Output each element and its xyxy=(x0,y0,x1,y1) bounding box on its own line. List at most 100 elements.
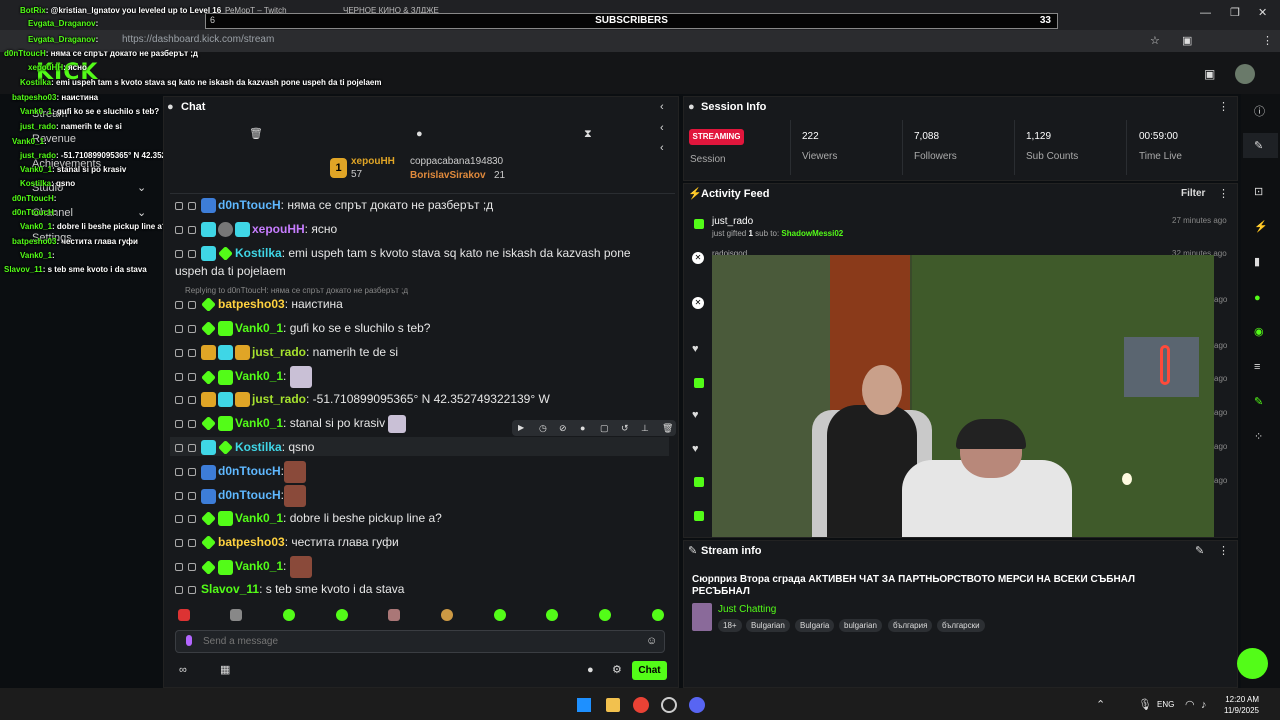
edit-icon[interactable]: ✎ xyxy=(1195,545,1204,557)
chat-username[interactable]: d0nTtoucH xyxy=(218,464,281,478)
gear-icon[interactable]: ⚙ xyxy=(612,664,622,676)
chat-username[interactable]: Vank0_1 xyxy=(235,416,283,430)
minimize-icon[interactable]: — xyxy=(1200,7,1211,19)
wrench-icon[interactable]: ✎ xyxy=(1254,396,1263,408)
copy-icon[interactable]: ▢ xyxy=(600,422,609,434)
timeout-icon[interactable] xyxy=(175,201,183,210)
tag[interactable]: Bulgarian xyxy=(746,619,790,632)
chat-message[interactable]: Vank0_1: xyxy=(175,366,670,388)
chat-username[interactable]: Kostilka xyxy=(235,440,282,454)
support-chat-button[interactable] xyxy=(1237,648,1268,679)
more-options-icon[interactable]: ⋮ xyxy=(1218,101,1229,113)
chat-username[interactable]: batpesho03 xyxy=(218,535,285,549)
category-thumbnail[interactable] xyxy=(692,603,712,631)
tag[interactable]: bulgarian xyxy=(839,619,882,632)
chevron-left-icon[interactable]: ‹ xyxy=(660,122,664,134)
chat-message[interactable]: Kostilka: emi uspeh tam s kvoto stava sq… xyxy=(175,244,670,262)
chat-message[interactable]: Kostilka: qsno xyxy=(175,438,670,456)
chevron-down-icon[interactable]: ⌄ xyxy=(137,182,146,194)
chat-message[interactable]: d0nTtoucH: xyxy=(175,461,670,483)
pencil-icon[interactable]: ✎ xyxy=(1254,140,1263,152)
apps-icon[interactable]: ⁘ xyxy=(1254,431,1263,443)
chat-username[interactable]: Slavov_11 xyxy=(201,582,259,596)
microphone-icon[interactable] xyxy=(186,635,192,646)
reply-icon[interactable]: ● xyxy=(580,422,585,434)
tag[interactable]: 18+ xyxy=(718,619,742,632)
chat-settings-bubble-icon[interactable]: ● xyxy=(587,664,594,676)
ban-icon[interactable] xyxy=(188,201,196,210)
chat-username[interactable]: Vank0_1 xyxy=(235,369,283,383)
category-link[interactable]: Just Chatting xyxy=(718,604,776,615)
info-icon[interactable]: ⓘ xyxy=(1254,106,1265,118)
chat-username[interactable]: just_rado xyxy=(252,392,306,406)
play-icon[interactable]: ▶ xyxy=(518,422,524,434)
screenshot-icon[interactable]: ⊡ xyxy=(1254,186,1263,198)
menu-dots-icon[interactable]: ⋮ xyxy=(1262,35,1273,47)
language-indicator[interactable]: ENG xyxy=(1157,700,1174,709)
undo-icon[interactable]: ↺ xyxy=(621,422,629,434)
send-chat-button[interactable]: Chat xyxy=(632,661,667,680)
microphone-icon[interactable]: 🎙 xyxy=(1138,699,1152,711)
chat-username[interactable]: Vank0_1 xyxy=(235,559,283,573)
wifi-icon[interactable]: ◠ xyxy=(1185,699,1195,711)
pin-icon[interactable]: ⊥ xyxy=(641,422,649,434)
discord-icon[interactable] xyxy=(689,697,705,713)
chat-message-input[interactable] xyxy=(203,634,623,648)
chat-username[interactable]: d0nTtoucH xyxy=(218,198,281,212)
extensions-icon[interactable]: ▣ xyxy=(1182,35,1192,47)
tag[interactable]: Bulgaria xyxy=(795,619,835,632)
emoji-icon[interactable]: ☺ xyxy=(646,635,657,647)
delete-icon[interactable]: 🗑 xyxy=(662,422,673,434)
chat-message[interactable]: just_rado: -51.710899095365° N 42.352749… xyxy=(175,390,670,408)
chat-message[interactable]: Slavov_11: s teb sme kvoto i da stava xyxy=(175,580,670,598)
tag[interactable]: български xyxy=(937,619,985,632)
emote-icon[interactable] xyxy=(652,609,664,621)
chat-message[interactable]: batpesho03: наистина xyxy=(175,295,670,313)
chevron-up-icon[interactable]: ⌃ xyxy=(1096,699,1105,711)
clock-time[interactable]: 12:20 AM xyxy=(1221,695,1259,704)
hide-icon[interactable]: ⊘ xyxy=(559,422,567,434)
windows-start-icon[interactable] xyxy=(577,698,591,712)
avatar[interactable] xyxy=(1235,64,1255,84)
chat-username[interactable]: xepouHH xyxy=(252,222,305,236)
emote-icon[interactable] xyxy=(494,609,506,621)
emote-icon[interactable] xyxy=(178,609,190,621)
layers-icon[interactable]: ≡ xyxy=(1254,361,1260,373)
chat-username[interactable]: d0nTtoucH xyxy=(218,488,281,502)
chat-message[interactable]: batpesho03: честита глава гуфи xyxy=(175,533,670,551)
activity-user[interactable]: just_rado xyxy=(712,216,753,227)
close-icon[interactable]: ✕ xyxy=(1258,7,1267,19)
emote-icon[interactable] xyxy=(388,609,400,621)
emote-icon[interactable] xyxy=(230,609,242,621)
chat-username[interactable]: batpesho03 xyxy=(218,297,285,311)
chat-message[interactable]: just_rado: namerih te de si xyxy=(175,343,670,361)
more-options-icon[interactable]: ⋮ xyxy=(1218,188,1229,200)
broadcast-icon[interactable]: ◉ xyxy=(1254,326,1264,338)
more-options-icon[interactable]: ⋮ xyxy=(1218,545,1229,557)
chevron-down-icon[interactable]: ⌄ xyxy=(137,207,146,219)
file-explorer-icon[interactable] xyxy=(606,698,620,712)
chat-username[interactable]: Vank0_1 xyxy=(235,321,283,335)
chat-icon[interactable]: ● xyxy=(416,128,423,140)
chat-username[interactable]: just_rado xyxy=(252,345,306,359)
emote-icon[interactable] xyxy=(283,609,295,621)
chat-message[interactable]: Vank0_1: gufi ko se e sluchilo s teb? xyxy=(175,319,670,337)
chat-message[interactable]: d0nTtoucH: xyxy=(175,485,670,507)
collapse-icon[interactable]: ‹ xyxy=(660,101,664,113)
emote-icon[interactable] xyxy=(546,609,558,621)
clock-date[interactable]: 11/9/2025 xyxy=(1219,706,1259,715)
bolt-icon[interactable]: ⚡ xyxy=(1254,221,1268,233)
chevron-left-icon[interactable]: ‹ xyxy=(660,142,664,154)
emote-icon[interactable] xyxy=(336,609,348,621)
points-icon[interactable]: ∞ xyxy=(179,664,187,676)
stream-preview-icon[interactable]: ▣ xyxy=(1204,68,1215,80)
stream-preview-video[interactable] xyxy=(712,255,1214,537)
hourglass-icon[interactable]: ⧗ xyxy=(584,128,592,140)
emote-icon[interactable] xyxy=(599,609,611,621)
chat-message[interactable]: Vank0_1: xyxy=(175,556,670,578)
chat-username[interactable]: Kostilka xyxy=(235,246,282,260)
tag[interactable]: българия xyxy=(888,619,933,632)
chat-icon[interactable]: ● xyxy=(1254,292,1261,304)
chrome-icon[interactable] xyxy=(633,697,649,713)
trash-icon[interactable]: 🗑 xyxy=(249,128,263,140)
